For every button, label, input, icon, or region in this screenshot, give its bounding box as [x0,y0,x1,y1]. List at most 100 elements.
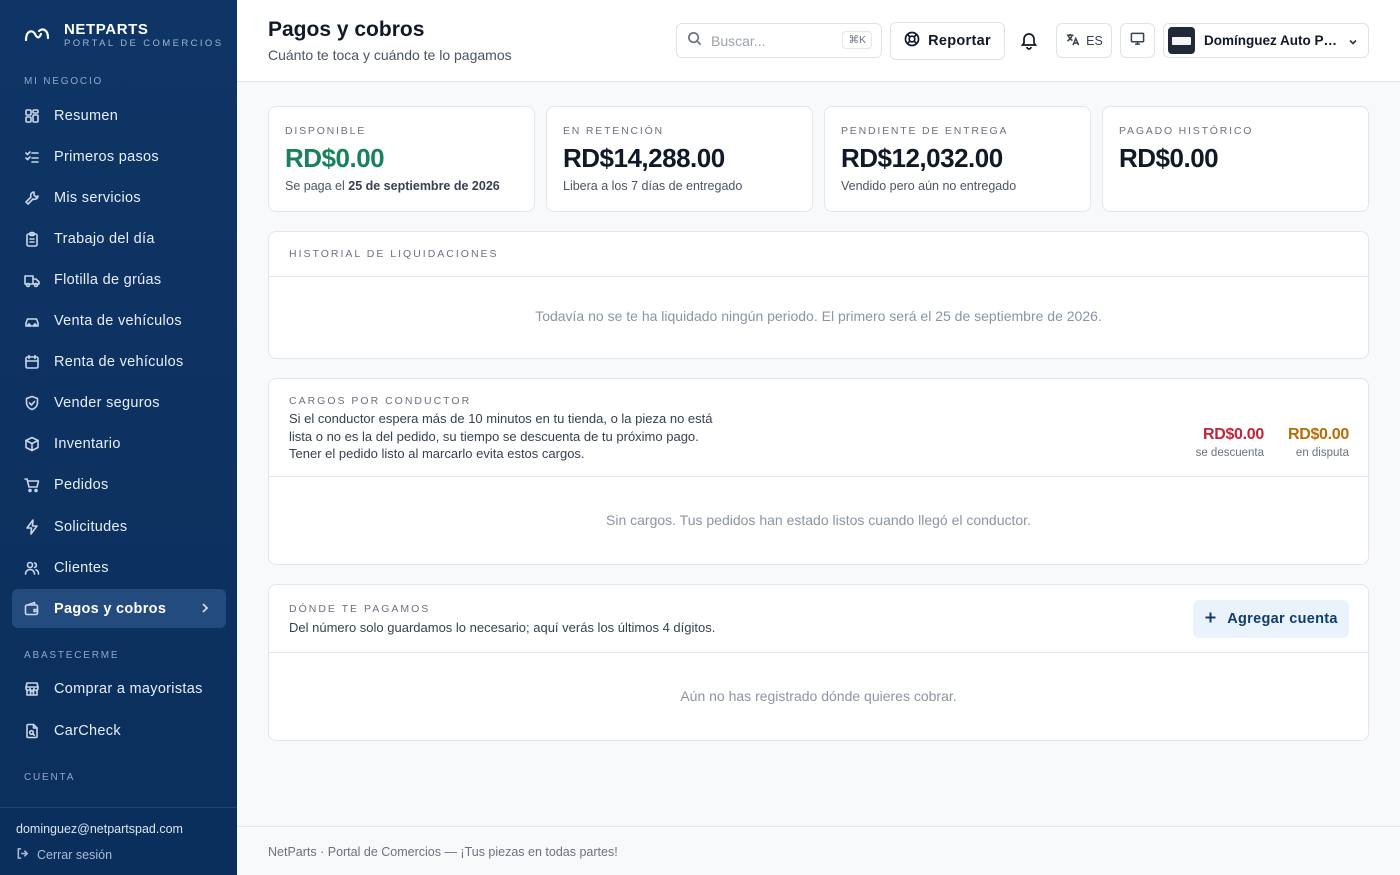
payout-date: 25 de septiembre de 2026 [348,179,500,193]
search-icon [687,31,702,51]
report-button[interactable]: Reportar [890,22,1005,60]
bolt-icon [24,518,40,535]
report-label: Reportar [928,33,991,49]
panel-title: DÓNDE TE PAGAMOS [289,603,431,615]
stat-label: EN RETENCIÓN [563,125,664,137]
charge-disputa-value: RD$0.00 [1287,426,1349,443]
sidebar-item-pedidos[interactable]: Pedidos [12,465,226,504]
stat-value: RD$12,032.00 [841,143,1003,173]
stat-value: RD$14,288.00 [563,143,725,173]
panel-title: HISTORIAL DE LIQUIDACIONES [289,248,499,260]
sidebar-item-mis-servicios[interactable]: Mis servicios [12,178,226,217]
box-icon [24,436,40,452]
monitor-icon [1130,31,1145,51]
sidebar-item-inventario[interactable]: Inventario [12,424,226,463]
search-box[interactable]: ⌘K [676,23,882,58]
sidebar-item-label: Solicitudes [54,518,128,535]
stat-note: Vendido pero aún no entregado [841,179,1017,193]
sidebar-item-clientes[interactable]: Clientes [12,548,226,587]
notifications-bell-icon[interactable] [1019,30,1041,52]
wallet-icon [24,601,40,617]
charge-disputa-label: en disputa [1295,447,1349,459]
wrench-icon [24,190,40,206]
search-input[interactable] [711,32,836,49]
plus-icon [1204,611,1217,628]
car-icon [24,313,40,329]
brand[interactable]: NETPARTS PORTAL DE COMERCIOS [24,22,223,50]
sidebar-item-carcheck[interactable]: CarCheck [12,711,226,750]
search-shortcut-badge: ⌘K [842,31,872,49]
historial-panel: HISTORIAL DE LIQUIDACIONES Todavía no se… [268,231,1369,359]
sidebar-footer: dominguez@netpartspad.com Cerrar sesión [0,807,237,875]
user-email: dominguez@netpartspad.com [16,822,183,836]
stat-label: PAGADO HISTÓRICO [1119,125,1254,137]
empty-state-message: Todavía no se te ha liquidado ningún per… [535,308,1102,324]
stat-note: Se paga el 25 de septiembre de 2026 [285,179,500,193]
sidebar-item-label: Primeros pasos [54,148,159,165]
sidebar-item-vender-seguros[interactable]: Vender seguros [12,383,226,422]
stat-label: DISPONIBLE [285,125,367,137]
charge-descuenta: RD$0.00 se descuenta [1196,426,1265,459]
account-switcher[interactable]: Domínguez Auto Parts [1163,23,1369,58]
language-selector[interactable]: ES [1056,23,1112,58]
sidebar-item-label: CarCheck [54,722,121,739]
business-avatar [1168,27,1195,54]
page-footer: NetParts · Portal de Comercios — ¡Tus pi… [237,826,1400,875]
stat-value: RD$0.00 [1119,143,1219,173]
page-title: Pagos y cobros [268,18,425,41]
sidebar-item-flotilla-de-gruas[interactable]: Flotilla de grúas [12,260,226,299]
dashboard-icon [24,108,40,124]
sidebar-item-label: Venta de vehículos [54,312,182,329]
page-subtitle: Cuánto te toca y cuándo te lo pagamos [268,47,512,63]
footer-text: NetParts · Portal de Comercios — ¡Tus pi… [268,845,618,859]
translate-icon [1065,32,1080,50]
sidebar-item-primeros-pasos[interactable]: Primeros pasos [12,137,226,176]
panel-description: Si el conductor espera más de 10 minutos… [289,411,713,461]
logout-button[interactable]: Cerrar sesión [16,847,112,863]
add-account-label: Agregar cuenta [1227,611,1338,627]
sidebar-item-label: Mis servicios [54,189,141,206]
stat-card-pagado-historico: PAGADO HISTÓRICO RD$0.00 [1102,106,1369,212]
sidebar-item-label: Clientes [54,559,109,576]
sidebar-item-pagos-y-cobros[interactable]: Pagos y cobros [12,589,226,628]
stat-label: PENDIENTE DE ENTREGA [841,125,1009,137]
add-account-button[interactable]: Agregar cuenta [1193,600,1349,638]
sidebar-item-renta-de-vehiculos[interactable]: Renta de vehículos [12,342,226,381]
stat-note: Libera a los 7 días de entregado [563,179,743,193]
stat-value: RD$0.00 [285,143,385,173]
store-icon [24,681,40,697]
empty-state-message: Aún no has registrado dónde quieres cobr… [680,688,957,704]
users-icon [24,560,40,576]
empty-state-message: Sin cargos. Tus pedidos han estado listo… [606,512,1031,528]
brand-subtitle: PORTAL DE COMERCIOS [64,38,224,49]
panel-description: Del número solo guardamos lo necesario; … [289,620,716,635]
sidebar-item-label: Renta de vehículos [54,353,184,370]
language-code: ES [1086,33,1103,48]
sidebar-item-trabajo-del-dia[interactable]: Trabajo del día [12,219,226,258]
sidebar-item-label: Vender seguros [54,394,160,411]
calendar-icon [24,354,40,370]
sidebar-item-label: Inventario [54,435,121,452]
logout-label: Cerrar sesión [37,848,113,862]
sidebar-item-venta-de-vehiculos[interactable]: Venta de vehículos [12,301,226,340]
divider [269,276,1368,277]
stat-card-pendiente-de-entrega: PENDIENTE DE ENTREGA RD$12,032.00 Vendid… [824,106,1091,212]
sidebar-item-label: Trabajo del día [54,230,155,247]
chevron-right-icon [198,601,212,615]
sidebar-item-comprar-a-mayoristas[interactable]: Comprar a mayoristas [12,669,226,708]
netparts-logo-icon [24,25,50,48]
chevron-down-icon [1347,35,1359,53]
sidebar-item-solicitudes[interactable]: Solicitudes [12,507,226,546]
sidebar-item-label: Pagos y cobros [54,600,167,617]
account-name: Domínguez Auto Parts [1204,33,1342,48]
stat-card-disponible: DISPONIBLE RD$0.00 Se paga el 25 de sept… [268,106,535,212]
cargos-panel: CARGOS POR CONDUCTOR Si el conductor esp… [268,378,1369,565]
lifebuoy-icon [904,31,920,51]
section-label-cuenta: CUENTA [24,772,76,783]
cart-icon [24,477,40,493]
display-mode-button[interactable] [1120,23,1155,58]
sidebar-item-resumen[interactable]: Resumen [12,96,226,135]
truck-icon [24,272,40,288]
panel-title: CARGOS POR CONDUCTOR [289,395,472,407]
section-label-abastecerme: ABASTECERME [24,650,120,661]
